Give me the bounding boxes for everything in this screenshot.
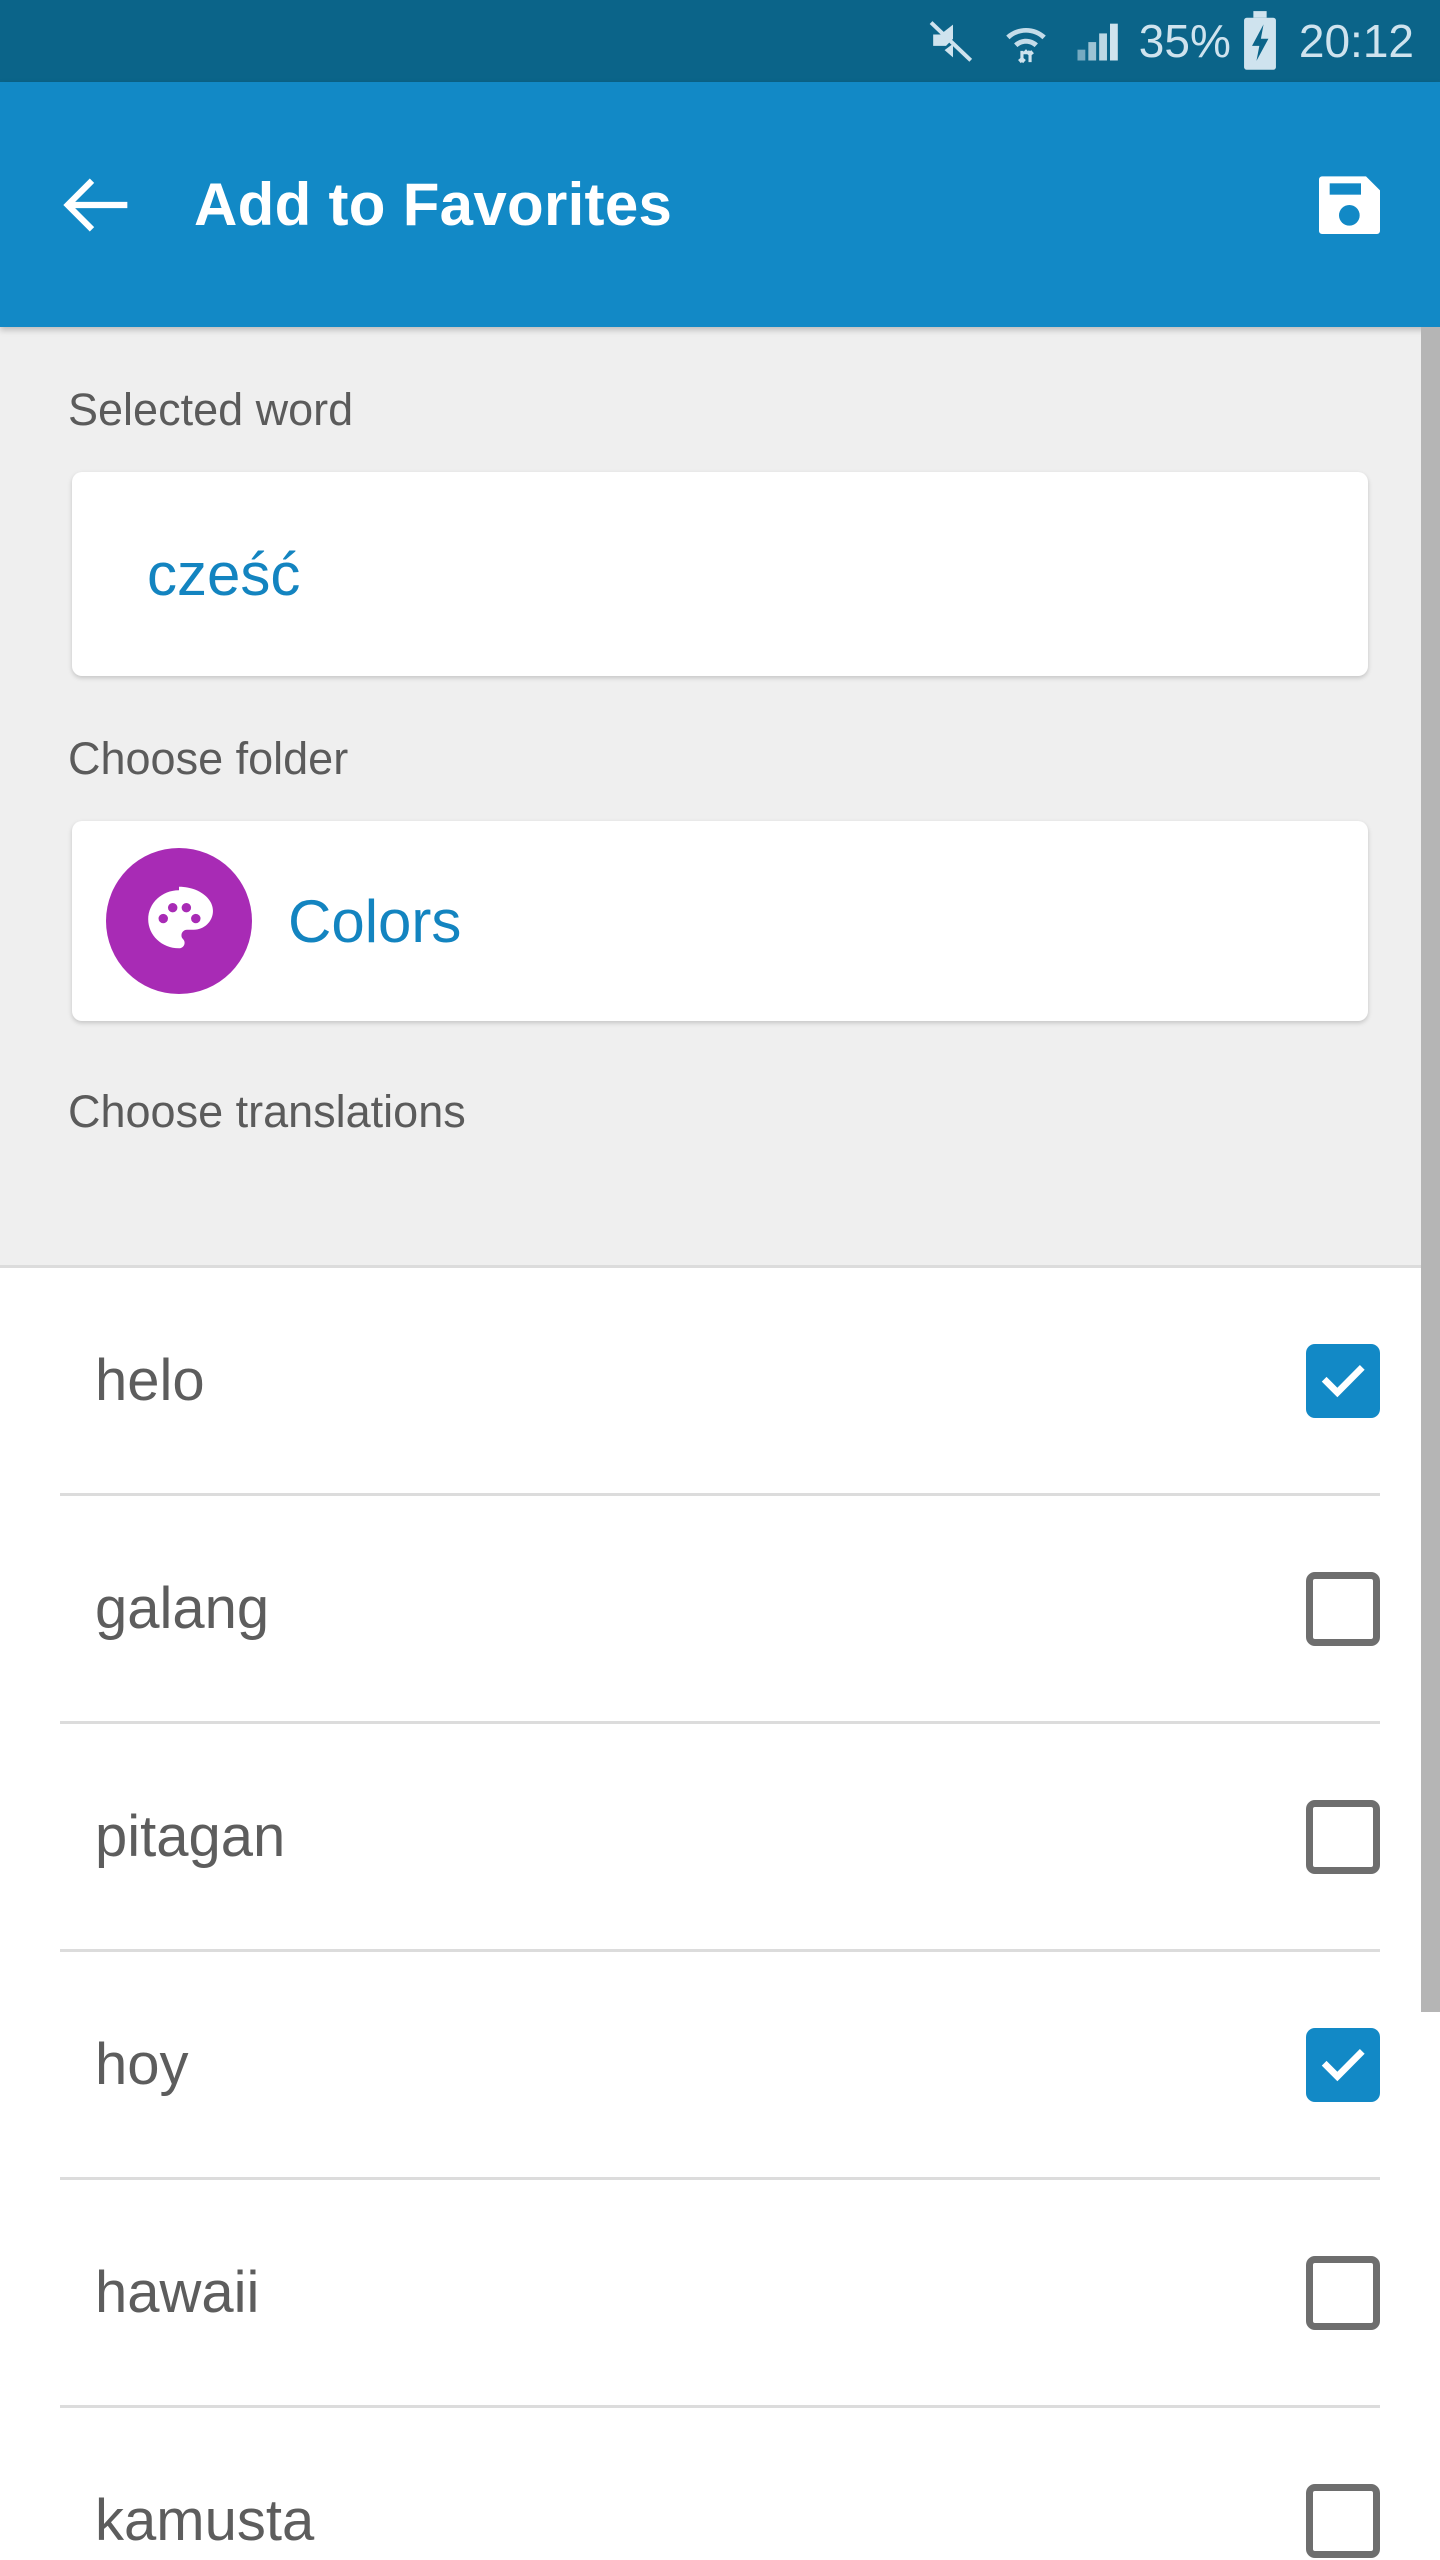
signal-icon: [1071, 15, 1123, 67]
status-bar: 35% 20:12: [0, 0, 1440, 82]
selected-word-value: cześć: [147, 540, 301, 608]
floppy-disk-save-icon: [1319, 175, 1380, 234]
translation-label: hoy: [95, 2032, 189, 2097]
translation-row[interactable]: hoy: [0, 1952, 1440, 2177]
checkbox-unchecked[interactable]: [1306, 1799, 1380, 1874]
checkbox-checked[interactable]: [1306, 1343, 1380, 1418]
translation-row[interactable]: helo: [0, 1268, 1440, 1493]
app-bar: Add to Favorites: [0, 82, 1440, 327]
vertical-scrollbar[interactable]: [1421, 327, 1440, 2012]
checkbox-unchecked[interactable]: [1306, 2483, 1380, 2558]
check-icon: [1321, 1364, 1365, 1397]
check-icon: [1321, 2048, 1365, 2081]
translation-label: pitagan: [95, 1804, 286, 1869]
battery-percent-label: 35%: [1138, 15, 1231, 67]
checkbox-checked[interactable]: [1306, 2027, 1380, 2102]
choose-translations-label: Choose translations: [68, 1086, 466, 1137]
mute-icon: [925, 13, 981, 69]
back-button[interactable]: [52, 162, 138, 248]
translation-row[interactable]: kamusta: [0, 2408, 1440, 2560]
page-title: Add to Favorites: [194, 171, 673, 238]
arrow-left-icon: [63, 178, 128, 231]
folder-selector[interactable]: Colors: [72, 821, 1368, 1021]
choose-folder-label: Choose folder: [68, 733, 349, 784]
translation-label: galang: [95, 1576, 270, 1641]
selected-word-label: Selected word: [68, 384, 354, 435]
form-section: Selected word cześć Choose folder Colors…: [0, 327, 1440, 1268]
translation-row[interactable]: hawaii: [0, 2180, 1440, 2405]
translation-label: hawaii: [95, 2260, 260, 2325]
save-button[interactable]: [1302, 157, 1398, 253]
checkbox-unchecked[interactable]: [1306, 1571, 1380, 1646]
translations-list: helo galang pitagan hoy hawaii kamusta: [0, 1268, 1440, 2560]
clock-label: 20:12: [1298, 15, 1414, 67]
translation-row[interactable]: pitagan: [0, 1724, 1440, 1949]
translation-label: helo: [95, 1348, 205, 1413]
status-bar-icons: 35% 20:12: [925, 10, 1414, 72]
checkbox-unchecked[interactable]: [1306, 2255, 1380, 2330]
app-screen: 35% 20:12 Add to Favorites Selected word…: [0, 0, 1440, 2560]
translation-row[interactable]: galang: [0, 1496, 1440, 1721]
palette-icon: [148, 886, 213, 949]
folder-badge: [106, 848, 252, 994]
wifi-icon: [999, 14, 1053, 68]
battery-charging-icon: [1237, 10, 1283, 72]
translation-label: kamusta: [95, 2488, 315, 2553]
folder-name: Colors: [288, 887, 462, 955]
selected-word-field[interactable]: cześć: [72, 472, 1368, 676]
